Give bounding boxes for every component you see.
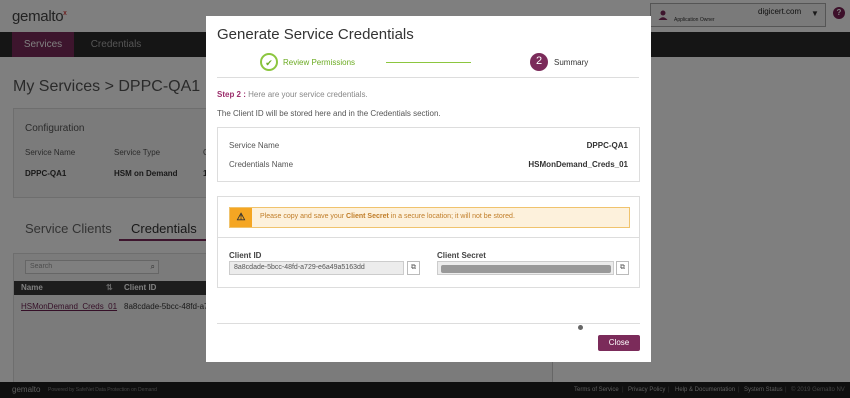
service-name-value: DPPC-QA1 [586, 141, 628, 150]
credentials-panel: ⚠ Please copy and save your Client Secre… [217, 196, 640, 288]
step-summary: Summary [554, 58, 589, 67]
copy-client-secret-button[interactable]: ⧉ [616, 261, 629, 275]
client-secret-redacted [441, 265, 611, 273]
service-name-label: Service Name [229, 141, 280, 150]
copy-icon: ⧉ [411, 264, 416, 271]
step-connector [386, 62, 471, 63]
store-note: The Client ID will be stored here and in… [217, 109, 441, 118]
step-intro: Step 2 : Here are your service credentia… [217, 90, 368, 99]
client-id-value: 8a8cdade-5bcc-48fd-a729-e6a49a5163dd [234, 264, 365, 271]
dialog-title: Generate Service Credentials [217, 26, 414, 43]
client-id-label: Client ID [229, 251, 262, 260]
copy-client-id-button[interactable]: ⧉ [407, 261, 420, 275]
service-info-panel: Service Name DPPC-QA1 Credentials Name H… [217, 127, 640, 182]
divider [217, 77, 639, 78]
warning-icon: ⚠ [230, 208, 252, 227]
warning-text: Please copy and save your Client Secret … [260, 213, 515, 220]
generate-credentials-dialog: Generate Service Credentials ✔ Review Pe… [206, 16, 651, 362]
copy-icon: ⧉ [620, 264, 625, 271]
step-review-permissions[interactable]: Review Permissions [283, 58, 355, 67]
client-id-field[interactable]: 8a8cdade-5bcc-48fd-a729-e6a49a5163dd [229, 261, 404, 275]
credentials-name-value: HSMonDemand_Creds_01 [528, 160, 628, 169]
scroll-indicator[interactable] [578, 325, 583, 330]
warning-banner: ⚠ Please copy and save your Client Secre… [229, 207, 630, 228]
client-secret-label: Client Secret [437, 251, 486, 260]
client-secret-field[interactable] [437, 261, 614, 275]
credentials-name-label: Credentials Name [229, 160, 294, 169]
divider [217, 323, 640, 324]
divider [218, 237, 639, 238]
step-number-badge: 2 [530, 53, 548, 71]
close-button[interactable]: Close [598, 335, 640, 351]
checkmark-icon: ✔ [260, 53, 278, 71]
